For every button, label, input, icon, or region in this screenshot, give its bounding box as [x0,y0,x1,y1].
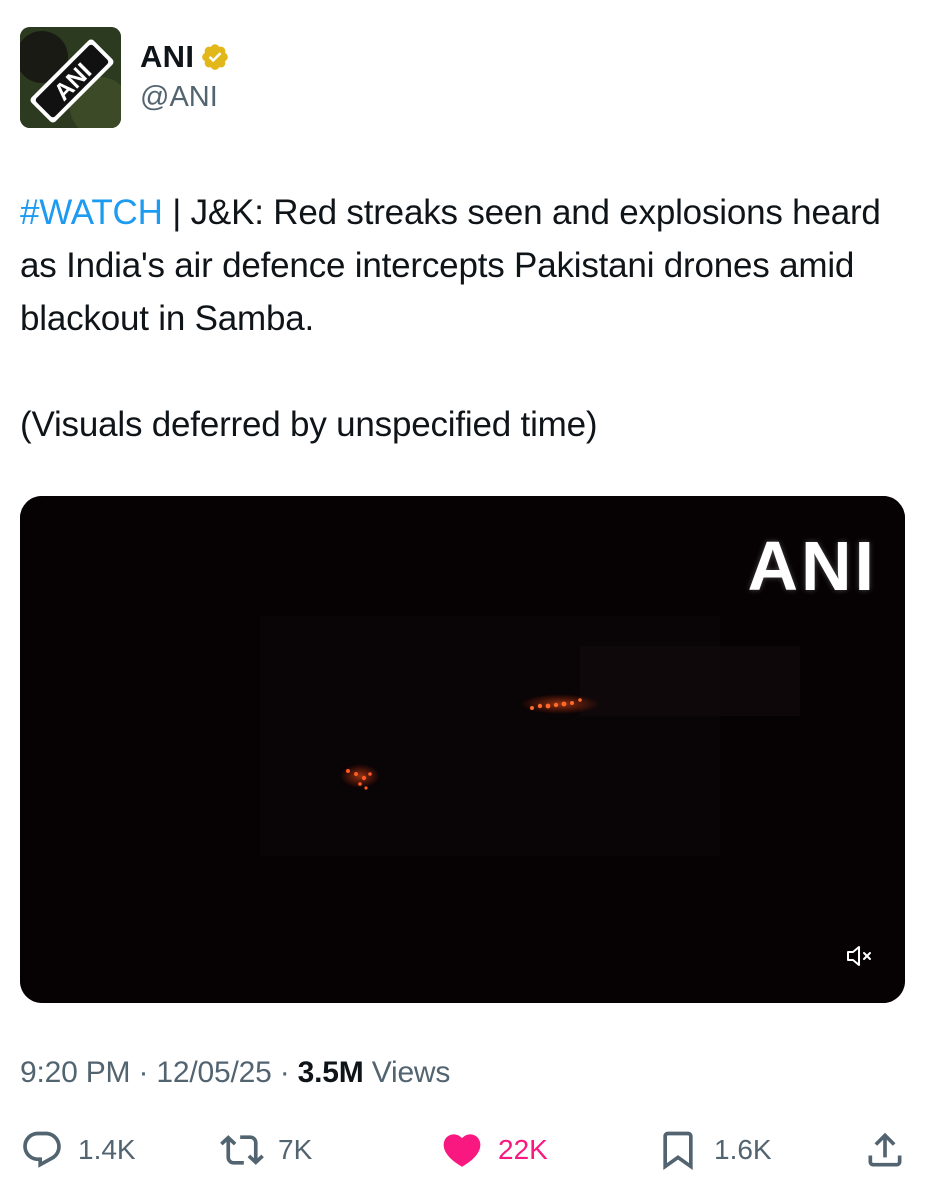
bookmark-button[interactable]: 1.6K [656,1126,772,1174]
reply-count: 1.4K [78,1134,136,1165]
reply-icon [23,1131,61,1168]
video-watermark: ANI [747,527,877,605]
tweet-actions: 1.4K 7K 22K 1.6K [20,1126,907,1174]
reply-button[interactable]: 1.4K [20,1126,136,1174]
repost-count: 7K [278,1134,313,1165]
display-name[interactable]: ANI [140,39,194,75]
tweet-paragraph-main: #WATCH | J&K: Red streaks seen and explo… [20,186,905,345]
heart-icon [443,1134,481,1167]
bookmark-icon [663,1131,693,1171]
tweet-detail: ANI ANI @ANI #WATCH | J&K: Red streaks s… [0,0,925,1200]
share-button[interactable] [863,1126,907,1174]
like-count: 22K [498,1134,548,1165]
views-count: 3.5M [297,1056,364,1089]
repost-button[interactable]: 7K [220,1126,312,1174]
display-name-row: ANI [140,39,230,75]
hashtag-link[interactable]: #WATCH [20,193,163,232]
author-handle[interactable]: @ANI [140,81,230,114]
tweet-paragraph-note: (Visuals deferred by unspecified time) [20,405,598,444]
meta-separator: · [279,1056,290,1089]
verified-badge-icon[interactable] [200,42,230,72]
tweet-meta: 9:20 PM · 12/05/25 · 3.5M Views [20,1056,450,1090]
avatar[interactable]: ANI [20,27,121,128]
views-label: Views [371,1056,451,1089]
share-icon [868,1132,902,1167]
tweet-text: #WATCH | J&K: Red streaks seen and explo… [20,186,905,451]
tweet-header: ANI ANI @ANI [20,27,230,128]
speaker-muted-icon[interactable] [845,943,875,969]
meta-separator: · [138,1056,149,1089]
bookmark-count: 1.6K [714,1134,772,1165]
tweet-time[interactable]: 9:20 PM [20,1056,131,1089]
like-button[interactable]: 22K [440,1126,548,1174]
repost-icon [220,1135,264,1165]
video-player[interactable]: ANI [20,496,905,1003]
ani-logo-avatar: ANI [20,27,121,128]
author-names: ANI @ANI [140,39,230,114]
tweet-date[interactable]: 12/05/25 [156,1056,271,1089]
